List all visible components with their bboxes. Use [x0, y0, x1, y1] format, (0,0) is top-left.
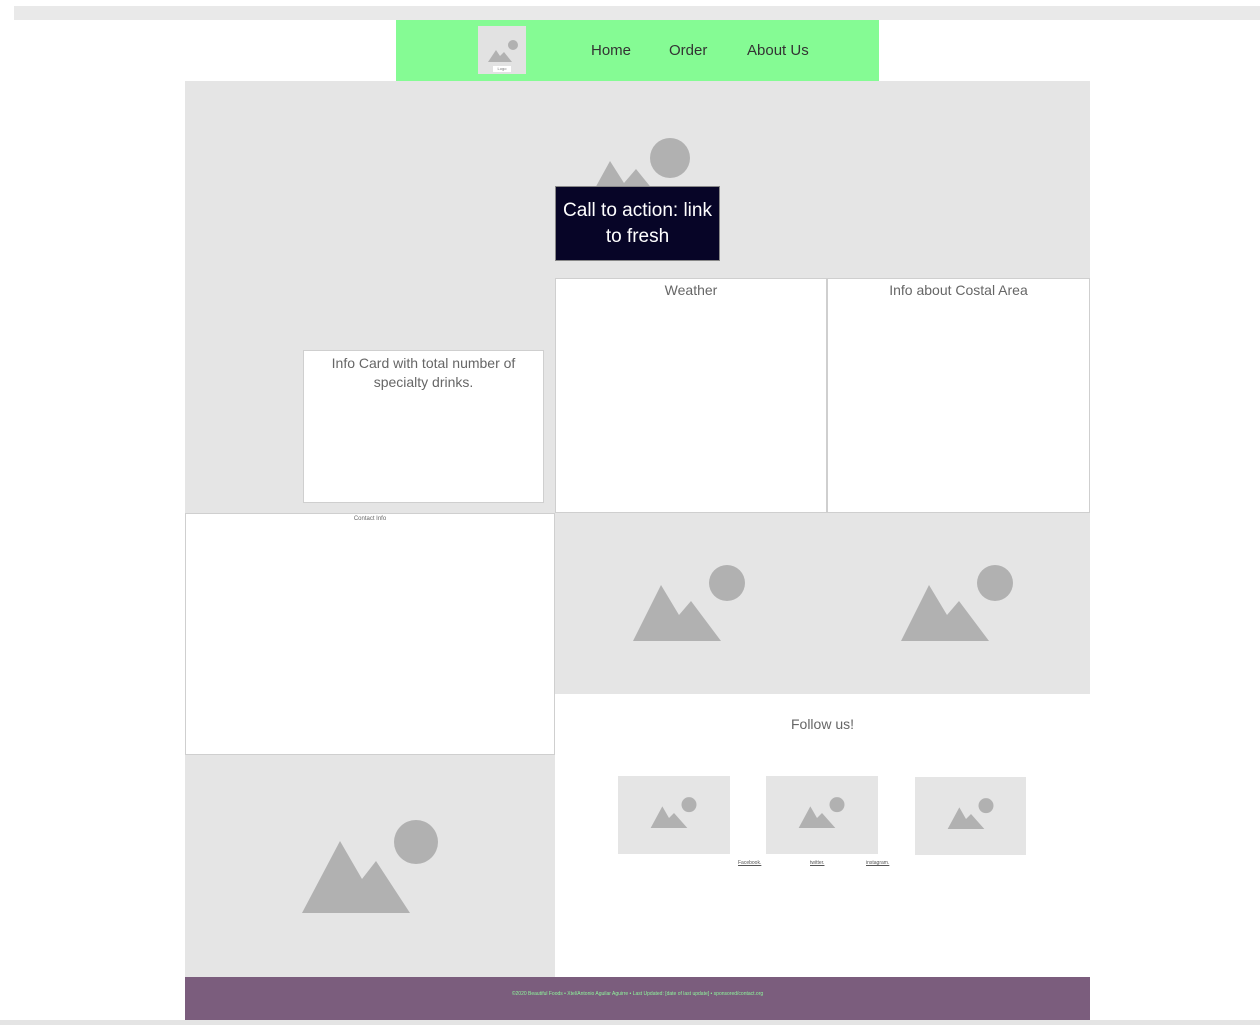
image-placeholder-icon	[798, 797, 845, 828]
middle-image-2	[827, 513, 1090, 694]
weather-card: Weather	[555, 278, 827, 513]
nav-link-order[interactable]: Order	[669, 42, 707, 59]
image-placeholder-icon	[302, 820, 438, 913]
nav-bar: Logo Home Order About Us	[396, 20, 879, 81]
left-bottom-image	[185, 755, 555, 977]
coastal-info-card: Info about Costal Area	[827, 278, 1090, 513]
nav-link-home[interactable]: Home	[591, 42, 631, 59]
twitter-image[interactable]	[766, 776, 878, 854]
logo-image[interactable]: Logo	[478, 26, 526, 74]
contact-info-card: Contact Info	[185, 513, 555, 755]
info-card-drinks: Info Card with total number of specialty…	[303, 350, 544, 503]
middle-image-1	[555, 513, 827, 694]
browser-bottom-bar	[0, 1020, 1260, 1025]
instagram-image[interactable]	[915, 777, 1026, 855]
image-placeholder-icon	[901, 565, 1013, 641]
image-placeholder-icon	[633, 565, 745, 641]
footer: ©2020 Beautiful Foods • Xtel/Antonio Agu…	[185, 977, 1090, 1022]
call-to-action-button[interactable]: Call to action: link to fresh	[555, 186, 720, 261]
image-placeholder-icon	[650, 797, 697, 828]
follow-us-heading: Follow us!	[790, 716, 855, 732]
logo-label: Logo	[493, 66, 511, 72]
browser-top-bar	[14, 6, 1260, 20]
twitter-link[interactable]: twitter.	[810, 860, 824, 866]
nav-link-about[interactable]: About Us	[747, 42, 809, 59]
facebook-image[interactable]	[618, 776, 730, 854]
image-placeholder-icon	[947, 798, 994, 829]
instagram-link[interactable]: instagram.	[866, 860, 889, 866]
facebook-link[interactable]: Facebook.	[738, 860, 761, 866]
footer-text: ©2020 Beautiful Foods • Xtel/Antonio Agu…	[511, 991, 764, 997]
